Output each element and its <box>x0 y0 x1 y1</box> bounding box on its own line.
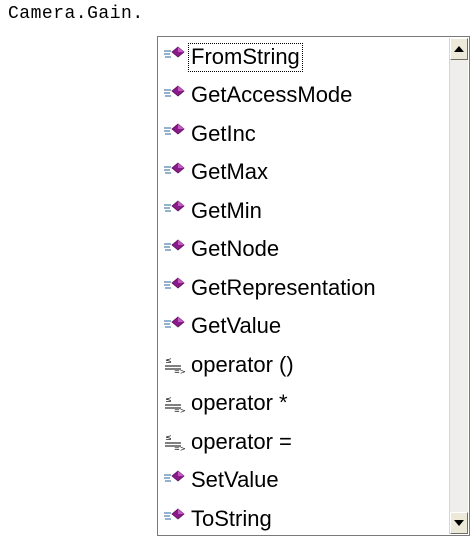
list-item[interactable]: GetNode <box>159 231 450 270</box>
method-icon <box>161 200 189 222</box>
method-icon <box>161 316 189 338</box>
list-item[interactable]: GetMax <box>159 154 450 193</box>
method-icon <box>161 277 189 299</box>
list-item[interactable]: GetValue <box>159 308 450 347</box>
svg-text:≤: ≤ <box>165 395 172 404</box>
list-item-label: GetNode <box>191 236 280 262</box>
operator-icon: ≤ => <box>161 431 189 453</box>
method-icon <box>161 508 189 530</box>
scroll-up-button[interactable] <box>450 38 468 60</box>
list-item[interactable]: SetValue <box>159 462 450 501</box>
svg-text:≤: ≤ <box>165 356 172 365</box>
list-item-label: GetRepresentation <box>191 274 376 300</box>
list-item-label: FromString <box>188 42 303 72</box>
operator-icon: ≤ => <box>161 354 189 376</box>
list-item-label: ToString <box>191 505 272 531</box>
svg-text:=>: => <box>174 368 186 376</box>
svg-text:≤: ≤ <box>165 433 172 442</box>
list-item-label: GetValue <box>191 313 282 339</box>
method-icon <box>161 123 189 145</box>
method-icon <box>161 470 189 492</box>
list-item[interactable]: ≤ => operator * <box>159 385 450 424</box>
list-item[interactable]: ≤ => operator = <box>159 423 450 462</box>
method-icon <box>161 162 189 184</box>
list-item[interactable]: GetInc <box>159 115 450 154</box>
svg-text:=>: => <box>174 407 186 415</box>
list-item[interactable]: FromString <box>159 38 450 77</box>
scroll-down-button[interactable] <box>450 512 468 534</box>
list-item-label: GetInc <box>191 120 256 146</box>
list-item[interactable]: ≤ => operator () <box>159 346 450 385</box>
svg-text:=>: => <box>174 445 186 453</box>
method-icon <box>161 239 189 261</box>
vertical-scrollbar[interactable] <box>449 38 468 534</box>
arrow-down-icon <box>454 520 464 526</box>
list-item[interactable]: GetRepresentation <box>159 269 450 308</box>
method-icon <box>161 46 189 68</box>
list-item-label: GetMin <box>191 197 262 223</box>
list-item[interactable]: GetAccessMode <box>159 77 450 116</box>
list-item[interactable]: ToString <box>159 500 450 534</box>
list-item-label: operator () <box>191 351 294 377</box>
arrow-up-icon <box>454 46 464 52</box>
list-item-label: SetValue <box>191 467 279 493</box>
method-icon <box>161 85 189 107</box>
list-item-label: operator = <box>191 428 292 454</box>
autocomplete-popup[interactable]: FromString GetAccessMode GetInc GetMax G… <box>157 36 470 536</box>
autocomplete-list: FromString GetAccessMode GetInc GetMax G… <box>159 38 450 534</box>
list-item-label: operator * <box>191 390 288 416</box>
code-text[interactable]: Camera.Gain. <box>8 4 144 24</box>
list-item-label: GetAccessMode <box>191 82 353 108</box>
list-item[interactable]: GetMin <box>159 192 450 231</box>
operator-icon: ≤ => <box>161 393 189 415</box>
list-item-label: GetMax <box>191 159 269 185</box>
